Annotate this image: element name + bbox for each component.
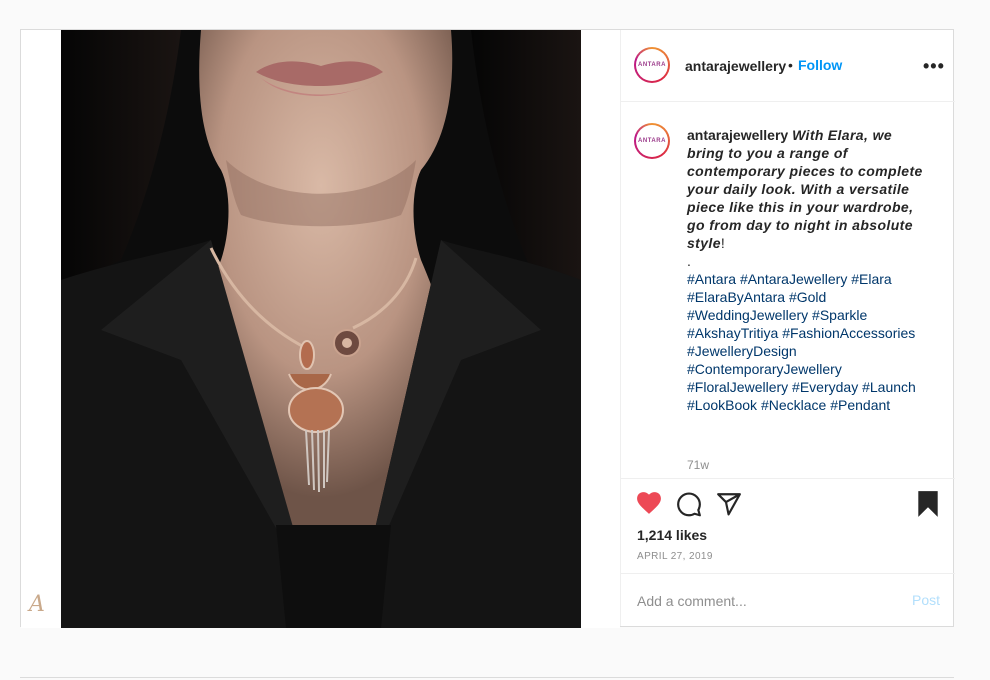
post-comment-button[interactable]: Post (912, 592, 940, 608)
header-username[interactable]: antarajewellery (685, 58, 786, 74)
follow-button[interactable]: Follow (798, 57, 842, 73)
hashtag-link[interactable]: #FloralJewellery (687, 379, 788, 395)
hashtag-link[interactable]: #Necklace (761, 397, 826, 413)
caption-text-end: ! (720, 235, 725, 251)
bookmark-icon[interactable] (917, 490, 939, 518)
hashtag-link[interactable]: #Sparkle (812, 307, 867, 323)
caption-avatar-text: ANTARA (636, 125, 668, 157)
caption-avatar[interactable]: ANTARA (634, 123, 670, 159)
avatar[interactable]: ANTARA (634, 47, 670, 83)
comment-icon[interactable] (676, 491, 702, 517)
hashtag-link[interactable]: #Antara (687, 271, 736, 287)
hashtag-link[interactable]: #AkshayTritiya (687, 325, 778, 341)
header-separator: • (788, 57, 793, 73)
caption-username[interactable]: antarajewellery (687, 127, 788, 143)
necklace-photo-illustration (61, 30, 581, 628)
brand-watermark-icon: A (29, 592, 45, 617)
comments-area[interactable]: ANTARA antarajewellery With Elara, we br… (621, 102, 955, 478)
hashtag-link[interactable]: #Launch (862, 379, 916, 395)
share-icon[interactable] (716, 491, 742, 517)
hashtag-link[interactable]: #Elara (851, 271, 891, 287)
caption-text-1: With (792, 127, 824, 143)
comment-input[interactable] (635, 589, 909, 613)
more-options-icon[interactable]: ••• (923, 56, 945, 77)
hashtag-link[interactable]: #FashionAccessories (782, 325, 915, 341)
caption: antarajewellery With Elara, we bring to … (687, 126, 927, 414)
hashtag-link[interactable]: #ElaraByAntara (687, 289, 785, 305)
heart-icon[interactable] (636, 491, 662, 515)
hashtag-list: #Antara #AntaraJewellery #Elara #ElaraBy… (687, 270, 927, 414)
post-age[interactable]: 71w (687, 458, 709, 472)
actions-block: 1,214 likes APRIL 27, 2019 (621, 478, 955, 574)
hashtag-link[interactable]: #Everyday (792, 379, 858, 395)
section-divider (20, 677, 954, 678)
caption-dot-line: . (687, 253, 691, 269)
hashtag-link[interactable]: #ContemporaryJewellery (687, 361, 842, 377)
post-sidebar: ANTARA antarajewellery • Follow ••• ANTA… (620, 30, 955, 626)
post-photo[interactable] (61, 30, 581, 628)
post-media[interactable]: A (21, 30, 620, 628)
post-card: A ANTARA antarajewellery • Follow ••• AN… (20, 29, 955, 628)
caption-text-name: Elara (827, 127, 864, 143)
hashtag-link[interactable]: #AntaraJewellery (740, 271, 847, 287)
hashtag-link[interactable]: #LookBook (687, 397, 757, 413)
hashtag-link[interactable]: #JewelleryDesign (687, 343, 797, 359)
hashtag-link[interactable]: #Gold (789, 289, 826, 305)
caption-text-2: , we bring to you a range of contemporar… (687, 127, 923, 251)
hashtag-link[interactable]: #WeddingJewellery (687, 307, 808, 323)
likes-count[interactable]: 1,214 likes (637, 527, 707, 543)
post-date[interactable]: APRIL 27, 2019 (637, 551, 713, 562)
hashtag-link[interactable]: #Pendant (830, 397, 890, 413)
post-header: ANTARA antarajewellery • Follow ••• (621, 30, 955, 102)
avatar-text: ANTARA (636, 49, 668, 81)
comment-form: Post (621, 573, 955, 627)
